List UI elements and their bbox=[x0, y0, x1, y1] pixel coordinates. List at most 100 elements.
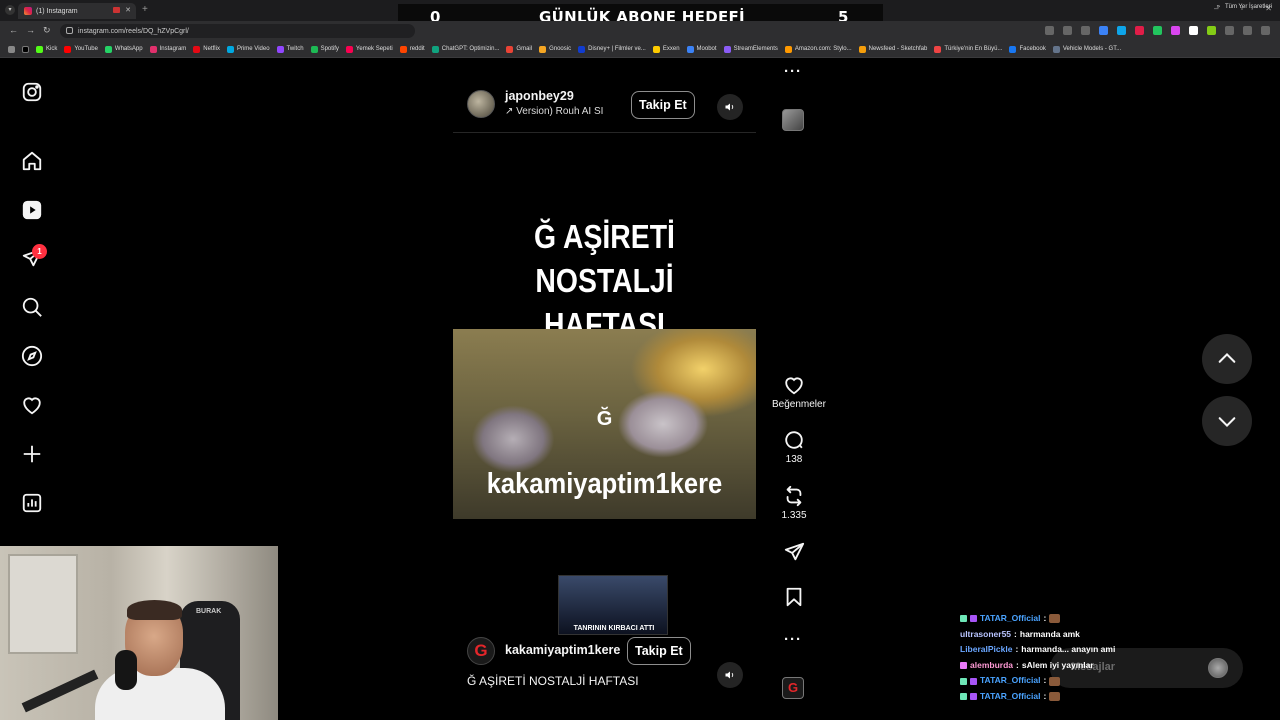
browser-tab-instagram[interactable]: (1) Instagram ✕ bbox=[18, 3, 136, 19]
bookmark-item[interactable]: Türkiye'nin En Büyü... bbox=[934, 45, 1002, 53]
x-bookmark-icon[interactable] bbox=[22, 45, 29, 53]
reel-video[interactable]: Ğ AŞİRETİ NOSTALJİ HAFTASI Ğ kakamiyapti… bbox=[453, 163, 756, 703]
chat-username[interactable]: LiberalPickle bbox=[960, 642, 1012, 658]
repost-button[interactable]: 1.335 bbox=[772, 485, 816, 521]
audio-thumbnail[interactable] bbox=[782, 109, 804, 131]
menu-kebab-icon[interactable] bbox=[1261, 26, 1270, 35]
tab-close-icon[interactable]: ✕ bbox=[125, 6, 131, 14]
extension-icon[interactable] bbox=[1171, 26, 1180, 35]
bookmark-item[interactable]: Newsfeed - Sketchfab bbox=[858, 45, 928, 53]
bookmark-item[interactable]: Kick bbox=[36, 45, 57, 53]
chat-badge-icon bbox=[970, 677, 977, 685]
follow-button[interactable]: Takip Et bbox=[627, 637, 691, 665]
bookmark-favicon-icon bbox=[652, 45, 660, 53]
avatar[interactable]: G bbox=[467, 637, 495, 665]
bookmark-item[interactable]: Yemek Sepeti bbox=[345, 45, 393, 53]
forward-icon[interactable]: → bbox=[26, 25, 35, 35]
bookmark-item[interactable]: Gmail bbox=[506, 45, 532, 53]
bookmark-item[interactable]: Facebook bbox=[1009, 45, 1046, 53]
bookmark-item[interactable]: Exxen bbox=[652, 45, 680, 53]
profile-icon[interactable] bbox=[1243, 26, 1252, 35]
previous-reel-username[interactable]: japonbey29 bbox=[505, 89, 574, 103]
chat-badge-icon bbox=[970, 615, 977, 623]
next-reel-button[interactable] bbox=[1202, 396, 1252, 446]
bookmark-item[interactable]: Spotify bbox=[310, 45, 339, 53]
reel-caption[interactable]: Ğ AŞİRETİ NOSTALJİ HAFTASI bbox=[467, 674, 639, 688]
bookmark-favicon-icon bbox=[226, 45, 234, 53]
bookmark-label: Newsfeed - Sketchfab bbox=[868, 46, 928, 52]
extension-icon[interactable] bbox=[1153, 26, 1162, 35]
extension-icon[interactable] bbox=[1189, 26, 1198, 35]
translate-icon[interactable] bbox=[1045, 26, 1054, 35]
avatar[interactable] bbox=[467, 90, 495, 118]
bookmark-item[interactable]: Twitch bbox=[276, 45, 304, 53]
bookmarks-overflow-icon[interactable]: » bbox=[1217, 4, 1220, 10]
chat-username[interactable]: ultrasoner55 bbox=[960, 627, 1011, 643]
chat-separator: : bbox=[1016, 659, 1019, 670]
bookmark-item[interactable]: Moobot bbox=[686, 45, 717, 53]
inset-video-thumbnail: TANRININ KIRBACI ATTI bbox=[558, 575, 668, 635]
bookmark-item[interactable]: StreamElements bbox=[723, 45, 778, 53]
site-info-icon[interactable] bbox=[66, 27, 73, 34]
mute-button[interactable] bbox=[717, 662, 743, 688]
audio-thumbnail[interactable]: G bbox=[782, 677, 804, 699]
zoom-icon[interactable] bbox=[1063, 26, 1072, 35]
bookmark-label: YouTube bbox=[74, 46, 98, 52]
follow-button[interactable]: Takip Et bbox=[631, 91, 695, 119]
bookmark-icon bbox=[786, 587, 802, 607]
reel-frame-caption: kakamiyaptim1kere bbox=[486, 468, 723, 500]
bookmark-item[interactable]: WhatsApp bbox=[104, 45, 143, 53]
bookmark-item[interactable]: ChatGPT: Optimizin... bbox=[431, 45, 499, 53]
bookmark-item[interactable]: Instagram bbox=[149, 45, 186, 53]
like-button[interactable]: Beğenmeler bbox=[772, 374, 826, 410]
chat-username[interactable]: alemburda bbox=[970, 658, 1013, 674]
messages-badge: 1 bbox=[32, 244, 47, 259]
more-options-icon[interactable]: ··· bbox=[784, 63, 802, 80]
search-icon[interactable] bbox=[21, 296, 43, 318]
extension-icon[interactable] bbox=[1207, 26, 1216, 35]
bookmark-item[interactable]: Gnoosic bbox=[539, 45, 571, 53]
create-plus-icon[interactable] bbox=[21, 443, 43, 465]
notifications-heart-icon[interactable] bbox=[21, 394, 43, 416]
reload-icon[interactable]: ↻ bbox=[43, 25, 51, 36]
chat-username[interactable]: TATAR_Official bbox=[980, 611, 1040, 627]
instagram-favicon-icon bbox=[24, 7, 32, 15]
more-options-icon[interactable]: ··· bbox=[784, 631, 802, 648]
back-icon[interactable]: ← bbox=[9, 25, 18, 35]
instagram-logo-icon[interactable] bbox=[21, 81, 43, 103]
bookmark-item[interactable]: Prime Video bbox=[226, 45, 270, 53]
new-tab-button[interactable]: + bbox=[142, 4, 148, 15]
bookmark-item[interactable]: Netflix bbox=[193, 45, 220, 53]
bookmark-item[interactable]: Disney+ | Filmler ve... bbox=[578, 45, 646, 53]
chat-username[interactable]: TATAR_Official bbox=[980, 689, 1040, 705]
comment-button[interactable]: 138 bbox=[772, 429, 816, 465]
explore-compass-icon[interactable] bbox=[21, 345, 43, 367]
bookmark-item[interactable]: Vehicle Models - GT... bbox=[1052, 45, 1121, 53]
reposts-count: 1.335 bbox=[781, 510, 807, 521]
all-bookmarks-link[interactable]: » Tüm Yer İşaretleri bbox=[1217, 4, 1272, 10]
extension-icon[interactable] bbox=[1099, 26, 1108, 35]
home-icon[interactable] bbox=[21, 150, 43, 172]
extension-icon[interactable] bbox=[1117, 26, 1126, 35]
chat-emote-icon bbox=[1049, 692, 1061, 702]
share-button[interactable] bbox=[772, 541, 816, 563]
reel-username[interactable]: kakamiyaptim1kere bbox=[505, 643, 620, 657]
bookmark-item[interactable]: YouTube bbox=[64, 45, 98, 53]
previous-reel-button[interactable] bbox=[1202, 334, 1252, 384]
apps-grid-icon[interactable] bbox=[8, 45, 15, 53]
reels-icon[interactable] bbox=[21, 199, 43, 221]
bookmark-item[interactable]: Amazon.com: Stylo... bbox=[784, 45, 852, 53]
bookmark-item[interactable]: reddit bbox=[399, 45, 425, 53]
extensions-puzzle-icon[interactable] bbox=[1225, 26, 1234, 35]
mute-button[interactable] bbox=[717, 94, 743, 120]
mic-arm bbox=[21, 669, 99, 713]
previous-reel-audio[interactable]: ↗ Version) Rouh AI SI bbox=[505, 106, 603, 117]
url-field[interactable]: instagram.com/reels/DQ_hZVpCgrl/ bbox=[60, 24, 415, 38]
reel-frame-letter: Ğ bbox=[596, 408, 613, 430]
save-button[interactable] bbox=[772, 586, 816, 608]
tab-search-button[interactable]: ▾ bbox=[5, 5, 15, 15]
chat-username[interactable]: TATAR_Official bbox=[980, 673, 1040, 689]
extension-icon[interactable] bbox=[1135, 26, 1144, 35]
dashboard-chart-icon[interactable] bbox=[21, 492, 43, 514]
bookmark-star-icon[interactable] bbox=[1081, 26, 1090, 35]
